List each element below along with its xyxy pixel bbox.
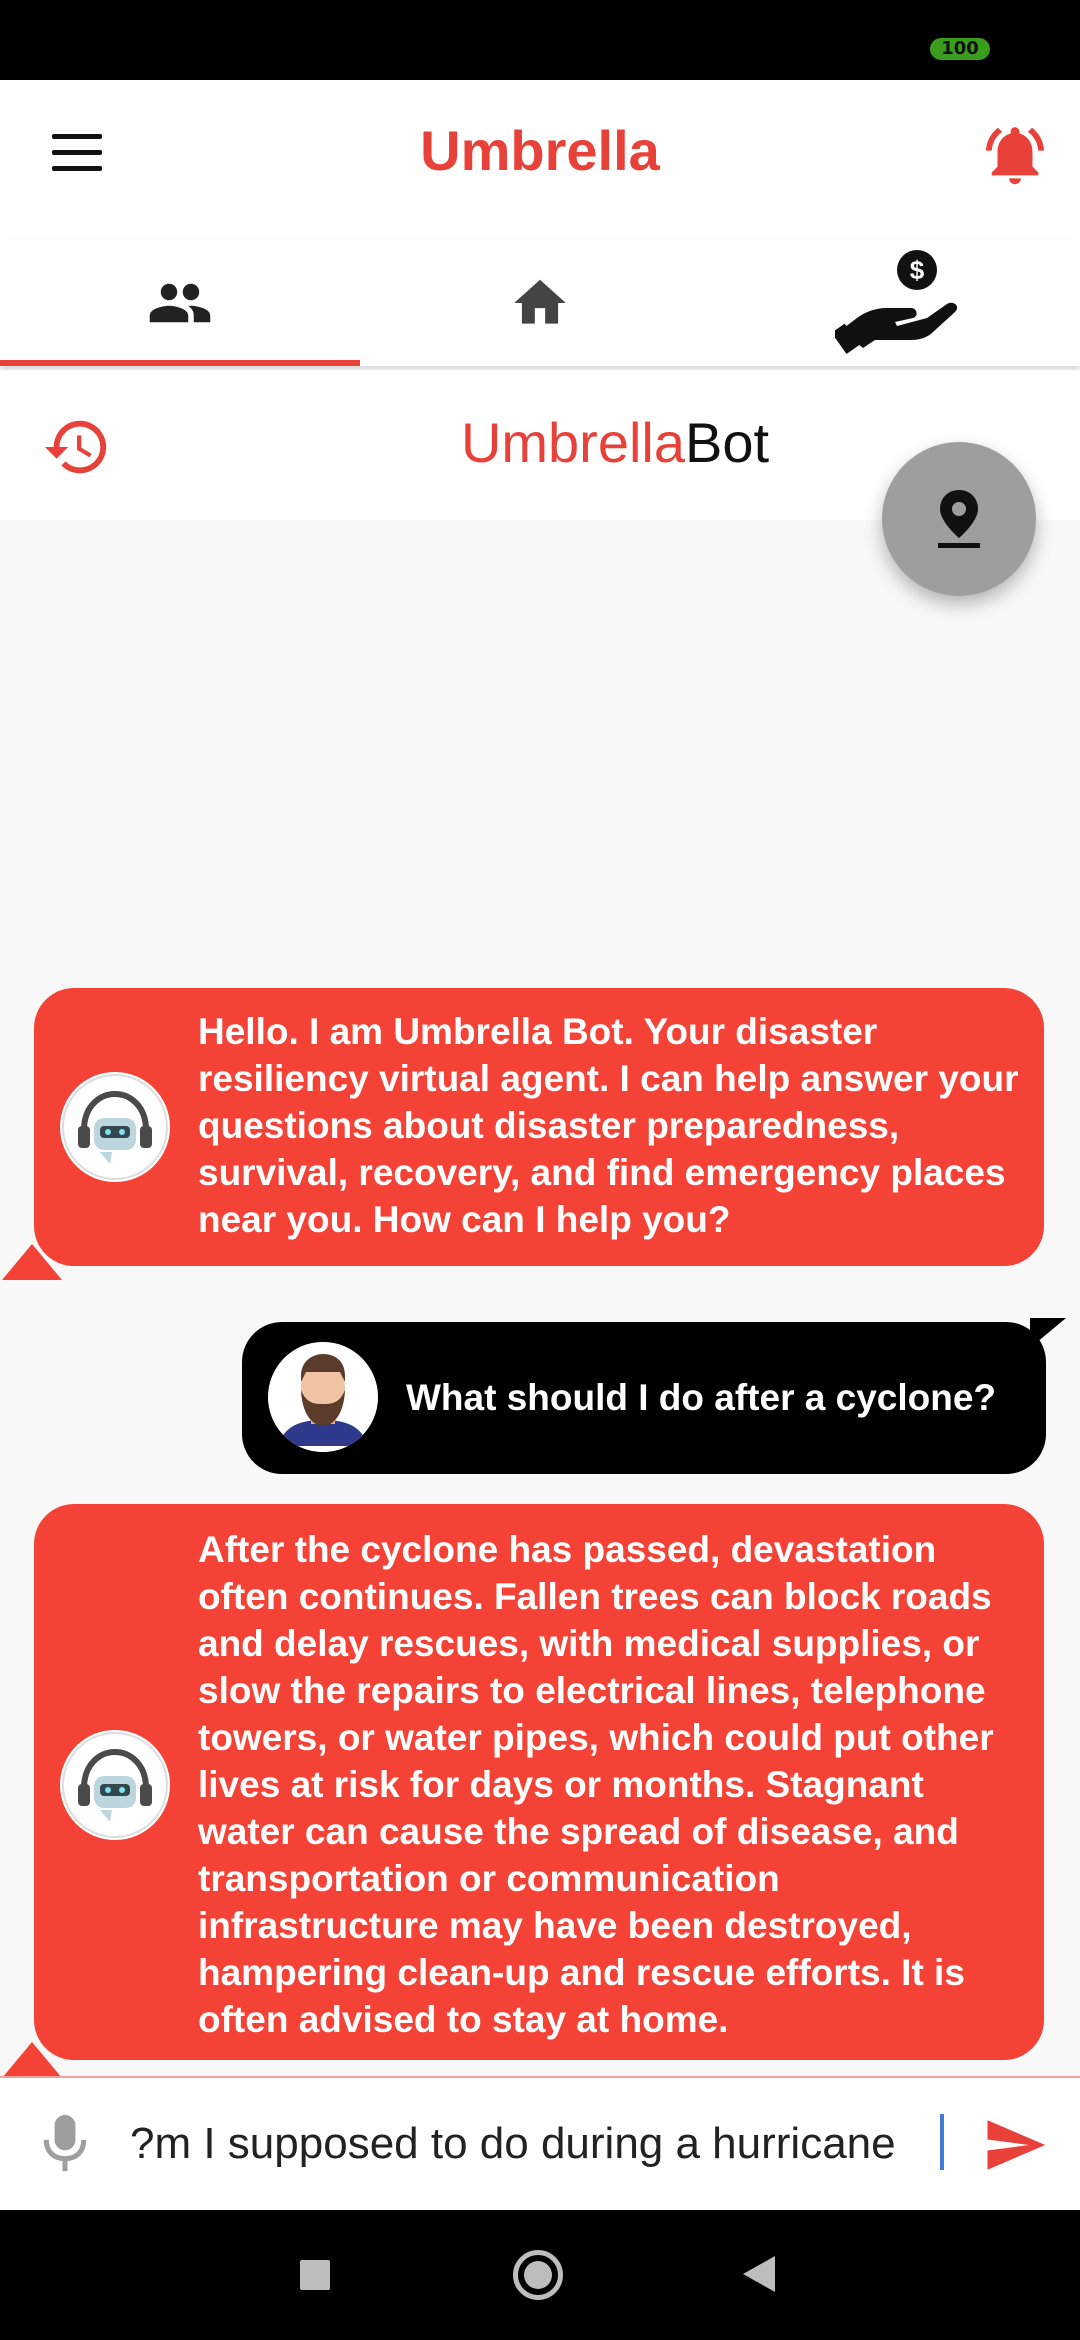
bot-avatar [60,1730,170,1840]
bot-avatar [60,1072,170,1182]
home-button[interactable] [513,2250,563,2300]
bot-title-red: Umbrella [460,411,685,474]
tab-donate[interactable]: $ [720,240,1080,366]
recents-button[interactable] [300,2260,330,2290]
location-pin-icon [938,490,980,548]
tab-community[interactable] [0,240,360,366]
hand-money-icon: $ [835,250,958,355]
tab-home[interactable] [360,240,720,366]
status-bar: 100 [0,0,1080,80]
tab-bar: $ [0,240,1080,366]
bot-message-text: After the cyclone has passed, devastatio… [198,1529,994,2040]
home-icon [514,279,566,324]
battery-indicator: 100 [930,38,990,60]
chat-input[interactable] [130,2108,950,2180]
user-avatar [268,1342,378,1452]
bot-message: Hello. I am Umbrella Bot. Your disaster … [34,988,1044,1266]
people-icon [149,283,211,323]
user-message-text: What should I do after a cyclone? [406,1377,997,1418]
bubble-tail [1030,1318,1066,1348]
location-fab[interactable] [882,442,1036,596]
microphone-icon[interactable] [40,2110,90,2174]
tab-selected-indicator [0,360,360,366]
bot-title-black: Bot [685,411,770,474]
back-button[interactable] [743,2256,775,2292]
bot-message: After the cyclone has passed, devastatio… [34,1504,1044,2060]
bot-message-text: Hello. I am Umbrella Bot. Your disaster … [198,1011,1019,1240]
send-icon[interactable] [980,2112,1050,2178]
user-message: What should I do after a cyclone? [242,1322,1046,1474]
text-caret [940,2114,944,2170]
app-title: Umbrella [420,119,660,182]
notification-bell-icon[interactable] [980,120,1050,190]
svg-text:$: $ [910,255,925,285]
